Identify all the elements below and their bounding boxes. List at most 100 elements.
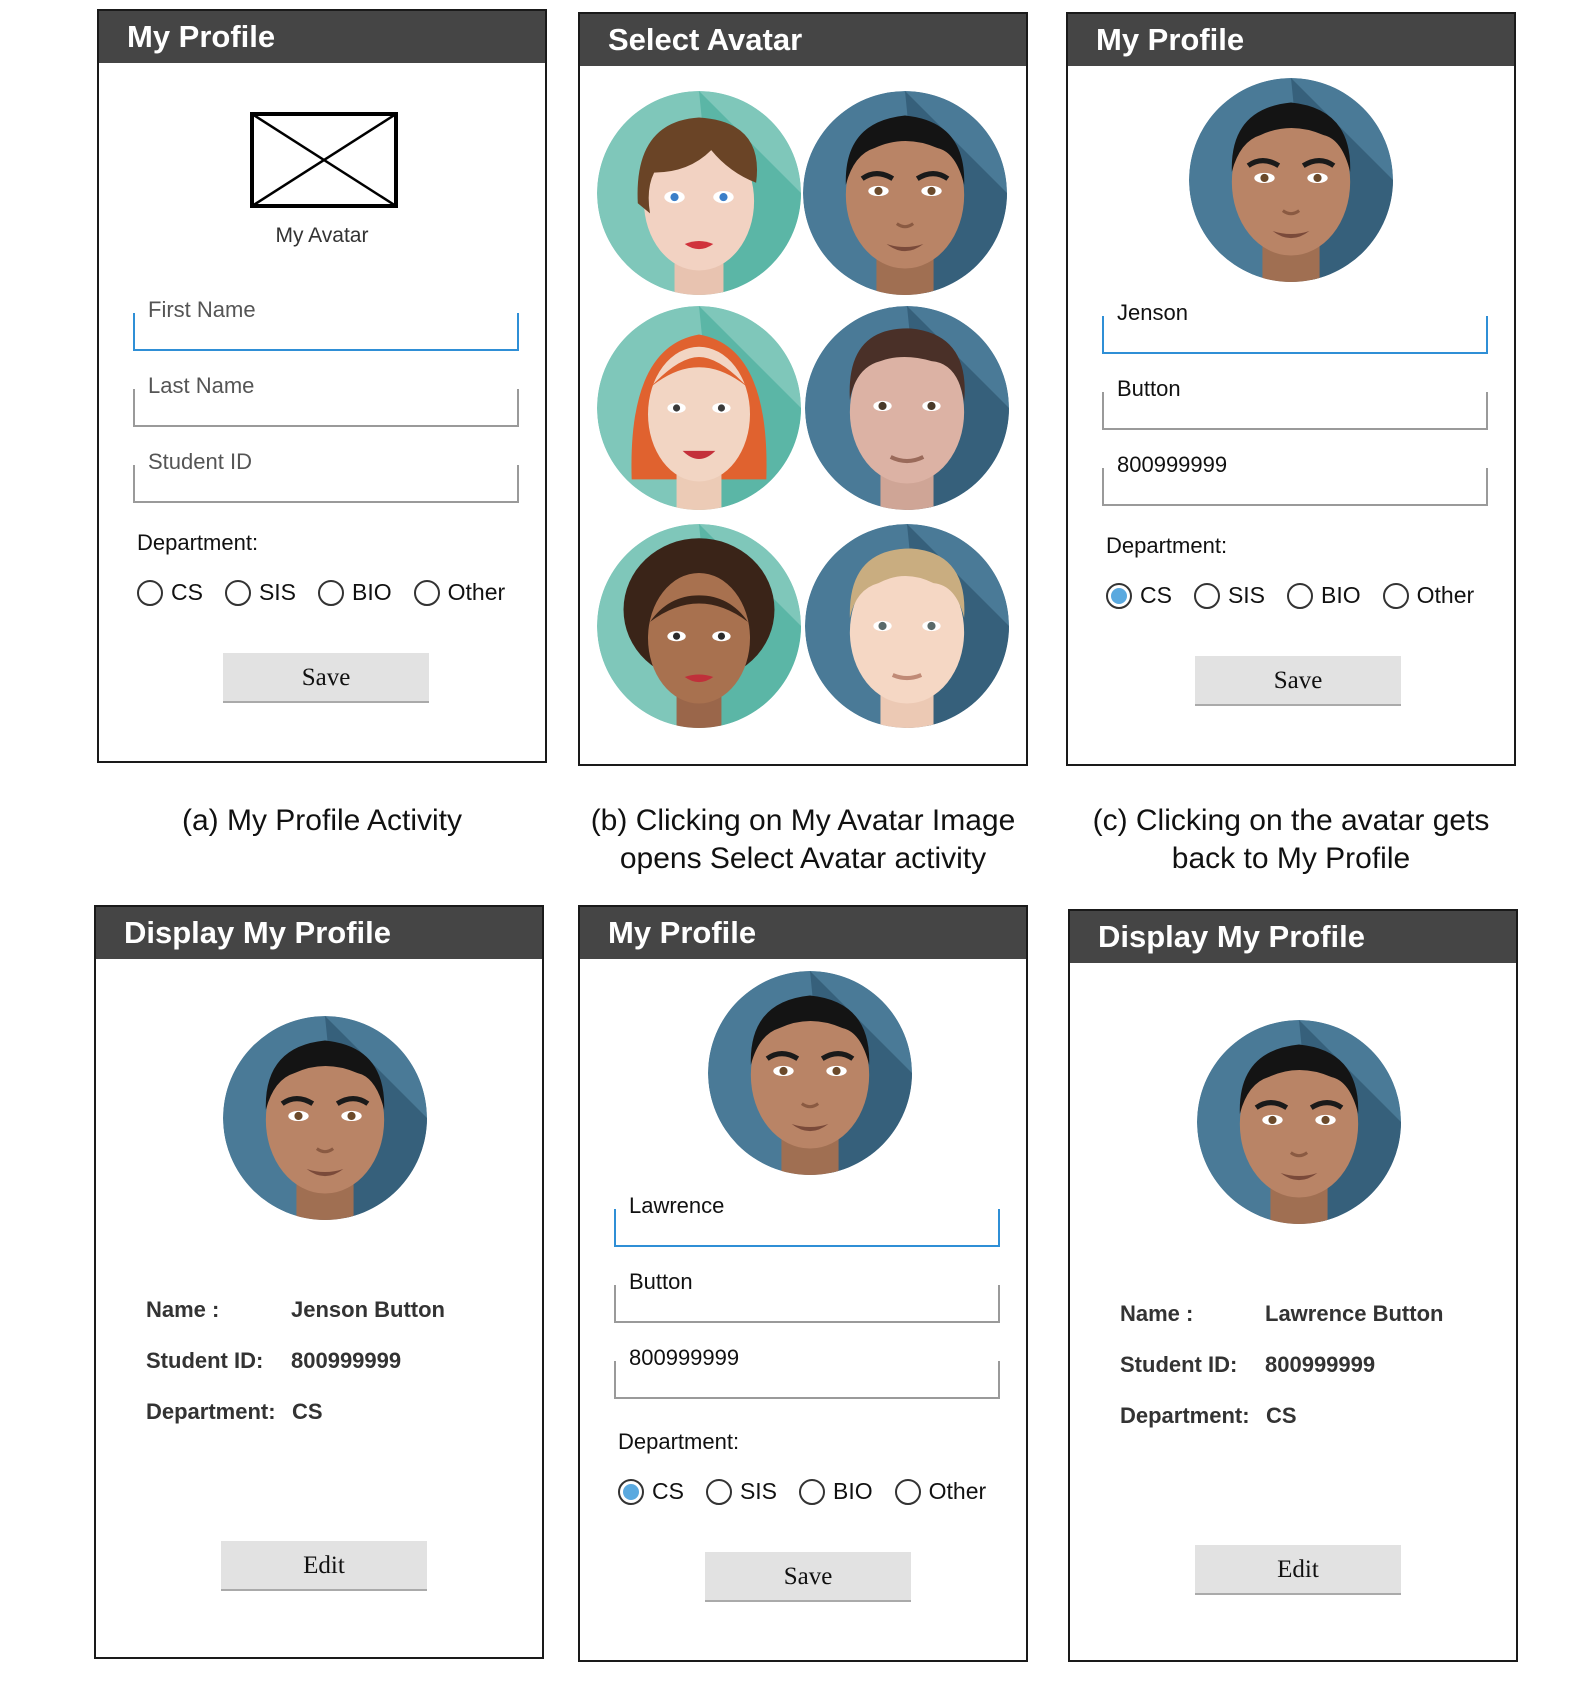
radio-cs[interactable]: CS [618, 1478, 684, 1505]
profile-avatar-image [1197, 1020, 1401, 1224]
radio-cs[interactable]: CS [1106, 582, 1172, 609]
panel-select-avatar: Select Avatar [578, 12, 1028, 766]
avatar-label: My Avatar [275, 224, 369, 247]
last-name-field[interactable]: Button [614, 1269, 1000, 1323]
title-bar: My Profile [1068, 14, 1514, 66]
radio-circle [1287, 582, 1314, 609]
radio-label: CS [1140, 582, 1172, 608]
radio-bio[interactable]: BIO [799, 1478, 873, 1505]
first-name-value: Jenson [1117, 300, 1188, 325]
first-name-placeholder: First Name [148, 297, 256, 322]
first-name-field[interactable]: Lawrence [614, 1193, 1000, 1247]
caption-c-line2: back to My Profile [1171, 842, 1411, 875]
radio-circle [799, 1478, 826, 1505]
first-name-field[interactable]: Jenson [1102, 300, 1488, 354]
radio-circle [137, 579, 163, 606]
radio-label: BIO [352, 579, 392, 605]
radio-other[interactable]: Other [413, 579, 506, 606]
radio-label: CS [652, 1478, 684, 1504]
name-value: Jenson Button [291, 1297, 445, 1322]
radio-cs[interactable]: CS [137, 579, 203, 606]
caption-c-line1: (c) Clicking on the avatar gets [1092, 804, 1490, 837]
name-label: Name : [1120, 1301, 1194, 1326]
radio-label: Other [447, 579, 506, 605]
caption-b: (b) Clicking on My Avatar Image opens Se… [563, 802, 1043, 878]
edit-button[interactable]: Edit [221, 1541, 427, 1591]
student-id-field[interactable]: Student ID [133, 449, 519, 503]
radio-bio[interactable]: BIO [1287, 582, 1361, 609]
department-label: Department: [618, 1429, 740, 1454]
save-button[interactable]: Save [223, 653, 429, 703]
selected-avatar-image[interactable] [1189, 78, 1393, 282]
student-id-value: 800999999 [1265, 1352, 1376, 1377]
student-id-field[interactable]: 800999999 [1102, 452, 1488, 506]
radio-label: SIS [739, 1478, 778, 1504]
student-id-value: 800999999 [1117, 452, 1228, 477]
avatar-option-woman-red-hair[interactable] [597, 306, 801, 510]
radio-label: BIO [1321, 582, 1361, 608]
first-name-value: Lawrence [629, 1193, 725, 1218]
radio-circle [318, 579, 345, 606]
radio-label: Other [1416, 582, 1475, 608]
radio-label: CS [171, 579, 203, 605]
student-id-value: 800999999 [629, 1345, 740, 1370]
title-bar: Display My Profile [1070, 911, 1516, 963]
last-name-field[interactable]: Button [1102, 376, 1488, 430]
edit-button[interactable]: Edit [1195, 1545, 1401, 1595]
caption-b-line1: (b) Clicking on My Avatar Image [590, 804, 1016, 837]
radio-label: SIS [1227, 582, 1266, 608]
department-label: Department: [1120, 1403, 1250, 1428]
radio-label: Other [928, 1478, 987, 1504]
avatar-option-man-brown-hair[interactable] [805, 306, 1009, 510]
department-label: Department: [137, 530, 259, 555]
title-bar: My Profile [580, 907, 1026, 959]
title-bar: Select Avatar [580, 14, 1026, 66]
last-name-value: Button [629, 1269, 693, 1294]
radio-circle-selected [618, 1478, 644, 1505]
avatar-option-woman-afro[interactable] [597, 524, 801, 728]
radio-bio[interactable]: BIO [318, 579, 392, 606]
avatar-placeholder-image[interactable] [250, 112, 398, 208]
radio-sis[interactable]: SIS [1193, 582, 1266, 609]
save-button[interactable]: Save [705, 1552, 911, 1602]
caption-a: (a) My Profile Activity [181, 804, 463, 837]
department-label: Department: [146, 1399, 276, 1424]
radio-label: BIO [833, 1478, 873, 1504]
radio-other[interactable]: Other [894, 1478, 987, 1505]
panel-my-profile-empty: My Profile My Avatar First Name Last Nam… [97, 9, 547, 763]
radio-sis[interactable]: SIS [705, 1478, 778, 1505]
panel-display-profile-jenson: Display My Profile Name : Jenson Button … [94, 905, 544, 1659]
panel-my-profile-filled: My Profile Jenson Button 800999999 Depar… [1066, 12, 1516, 766]
student-id-placeholder: Student ID [148, 449, 252, 474]
last-name-placeholder: Last Name [148, 373, 255, 398]
first-name-field[interactable]: First Name [133, 297, 519, 351]
radio-other[interactable]: Other [1382, 582, 1475, 609]
radio-circle [705, 1478, 732, 1505]
department-radio-group: CS SIS BIO Other [1106, 582, 1496, 609]
save-button[interactable]: Save [1195, 656, 1401, 706]
avatar-option-woman-brown-hair[interactable] [597, 91, 801, 295]
selected-avatar-image[interactable] [708, 971, 912, 1175]
department-value: CS [1266, 1403, 1297, 1428]
radio-label: SIS [258, 579, 297, 605]
department-radio-group: CS SIS BIO Other [618, 1478, 1008, 1505]
avatar-option-man-dark-hair[interactable] [803, 91, 1007, 295]
radio-sis[interactable]: SIS [224, 579, 297, 606]
department-label: Department: [1106, 533, 1228, 558]
title-bar: My Profile [99, 11, 545, 63]
profile-avatar-image [223, 1016, 427, 1220]
title-bar: Display My Profile [96, 907, 542, 959]
student-id-field[interactable]: 800999999 [614, 1345, 1000, 1399]
last-name-field[interactable]: Last Name [133, 373, 519, 427]
last-name-value: Button [1117, 376, 1181, 401]
student-id-label: Student ID: [146, 1348, 264, 1373]
radio-circle [894, 1478, 921, 1505]
name-value: Lawrence Button [1265, 1301, 1444, 1326]
department-value: CS [292, 1399, 323, 1424]
radio-circle [1382, 582, 1409, 609]
panel-my-profile-edit: My Profile Lawrence Button 800999999 Dep… [578, 905, 1028, 1662]
radio-circle [413, 579, 440, 606]
department-radio-group: CS SIS BIO Other [137, 579, 527, 606]
avatar-option-man-blond-hair[interactable] [805, 524, 1009, 728]
radio-circle-selected [1106, 582, 1132, 609]
